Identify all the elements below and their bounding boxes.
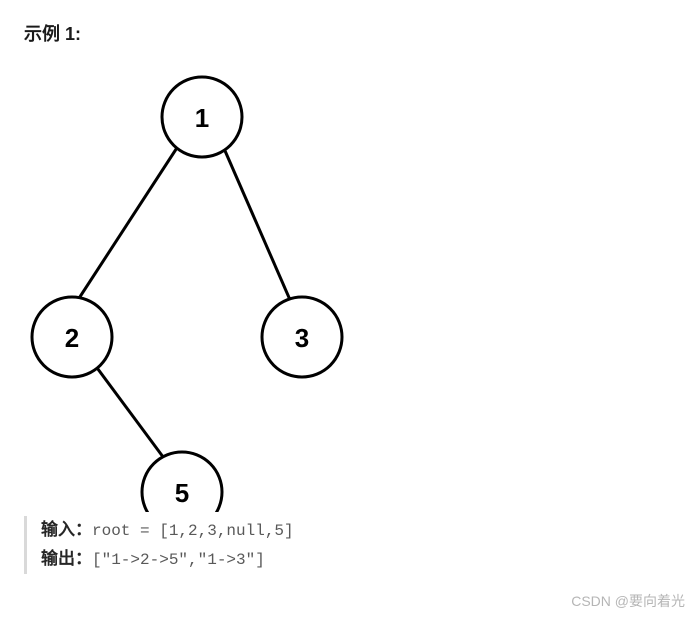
- output-line: 输出：["1->2->5","1->3"]: [41, 545, 671, 574]
- edge-1-3: [219, 137, 294, 309]
- node-3-label: 3: [295, 323, 309, 353]
- watermark: CSDN @要向着光: [571, 591, 685, 611]
- input-line: 输入：root = [1,2,3,null,5]: [41, 516, 671, 545]
- input-value: root = [1,2,3,null,5]: [92, 522, 294, 540]
- output-label: 输出：: [41, 549, 92, 568]
- node-2-label: 2: [65, 323, 79, 353]
- tree-diagram: 1 2 3 5: [24, 62, 364, 512]
- node-5-label: 5: [175, 478, 189, 508]
- edge-2-5: [89, 357, 172, 469]
- node-1-label: 1: [195, 103, 209, 133]
- tree-svg: 1 2 3 5: [24, 62, 364, 512]
- io-block: 输入：root = [1,2,3,null,5] 输出：["1->2->5","…: [24, 516, 671, 574]
- edge-1-2: [72, 137, 184, 309]
- input-label: 输入：: [41, 520, 92, 539]
- output-value: ["1->2->5","1->3"]: [92, 551, 265, 569]
- example-heading: 示例 1:: [24, 20, 671, 46]
